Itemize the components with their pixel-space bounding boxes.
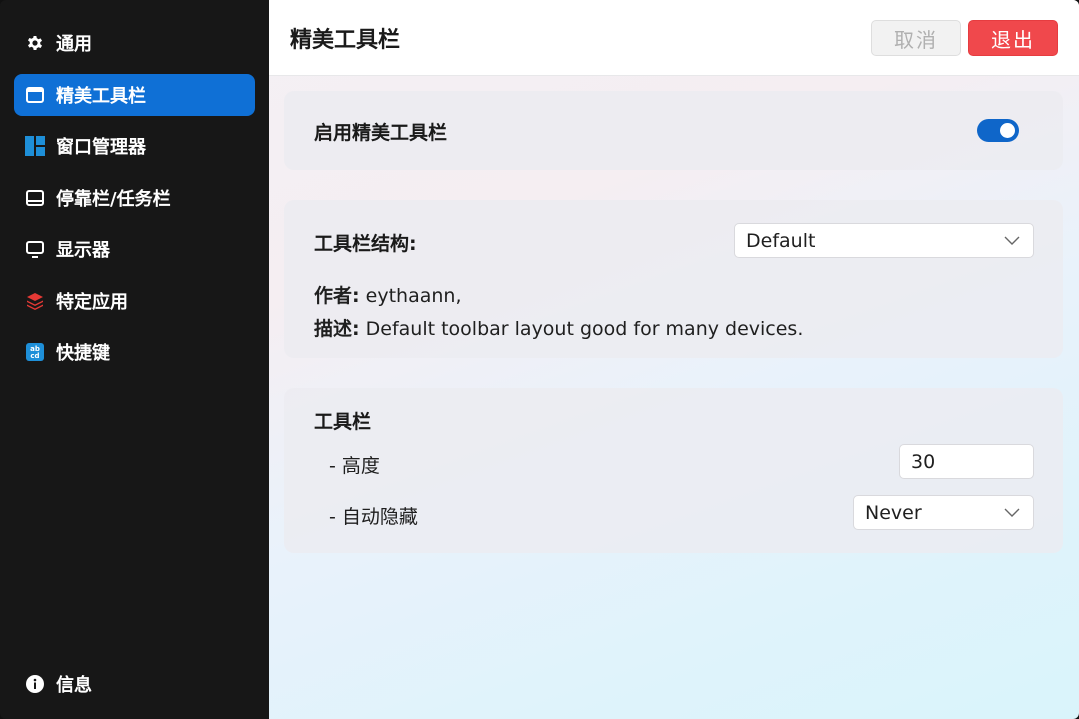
toolbar-section-title: 工具栏 xyxy=(314,411,372,433)
sidebar-item-general[interactable]: 通用 xyxy=(14,22,255,64)
page-title: 精美工具栏 xyxy=(290,27,401,53)
sidebar-item-label: 信息 xyxy=(56,675,92,696)
sidebar: 通用 精美工具栏 窗口管理器 停靠栏/任务栏 显示器 特定应用 ab cd 快捷… xyxy=(0,0,269,719)
height-label: - 高度 xyxy=(329,455,380,477)
sidebar-item-app-specific[interactable]: 特定应用 xyxy=(14,280,255,322)
author-line: 作者: eythaann, xyxy=(314,281,461,308)
monitor-icon xyxy=(24,238,46,260)
keyboard-abcd-icon: ab cd xyxy=(24,341,46,363)
svg-text:cd: cd xyxy=(30,352,39,360)
taskbar-icon xyxy=(24,187,46,209)
sidebar-item-window-manager[interactable]: 窗口管理器 xyxy=(14,125,255,167)
sidebar-item-monitors[interactable]: 显示器 xyxy=(14,228,255,270)
structure-label: 工具栏结构: xyxy=(314,233,417,255)
chevron-down-icon xyxy=(1004,236,1020,245)
structure-select-value: Default xyxy=(746,229,816,252)
sidebar-item-dock-taskbar[interactable]: 停靠栏/任务栏 xyxy=(14,177,255,219)
description-label: 描述: xyxy=(314,318,360,340)
sidebar-item-fancy-toolbar[interactable]: 精美工具栏 xyxy=(14,73,255,116)
toolbar-window-icon xyxy=(24,84,46,106)
gear-icon xyxy=(24,32,46,54)
sidebar-item-label: 通用 xyxy=(56,34,92,55)
toggle-knob xyxy=(1000,123,1015,138)
info-icon xyxy=(24,673,46,695)
structure-select[interactable]: Default xyxy=(734,223,1034,258)
settings-window: 通用 精美工具栏 窗口管理器 停靠栏/任务栏 显示器 特定应用 ab cd 快捷… xyxy=(0,0,1079,719)
tiles-icon xyxy=(24,135,46,157)
chevron-down-icon xyxy=(1004,508,1020,517)
sidebar-item-label: 显示器 xyxy=(56,240,110,261)
description-value: Default toolbar layout good for many dev… xyxy=(359,318,804,340)
sidebar-item-label: 窗口管理器 xyxy=(56,137,146,158)
layers-icon xyxy=(24,290,46,312)
height-input[interactable]: 30 xyxy=(899,444,1034,479)
structure-card: 工具栏结构: Default 作者: eythaann, 描述: Default… xyxy=(284,200,1063,358)
height-input-value: 30 xyxy=(911,450,936,473)
autohide-label: - 自动隐藏 xyxy=(329,506,418,528)
toolbar-card: 工具栏 - 高度 30 - 自动隐藏 Never xyxy=(284,388,1063,553)
sidebar-item-shortcuts[interactable]: ab cd 快捷键 xyxy=(14,331,255,373)
cancel-button[interactable]: 取消 xyxy=(871,20,961,56)
sidebar-item-label: 快捷键 xyxy=(56,343,110,364)
sidebar-item-label: 停靠栏/任务栏 xyxy=(56,188,171,210)
enable-label: 启用精美工具栏 xyxy=(314,122,448,144)
autohide-select-value: Never xyxy=(865,501,922,524)
description-line: 描述: Default toolbar layout good for many… xyxy=(314,314,803,341)
author-label: 作者: xyxy=(314,285,360,307)
author-value: eythaann, xyxy=(359,285,462,307)
exit-button[interactable]: 退出 xyxy=(968,20,1058,56)
enable-toggle[interactable] xyxy=(977,119,1019,142)
enable-card: 启用精美工具栏 xyxy=(284,91,1063,170)
autohide-select[interactable]: Never xyxy=(853,495,1034,530)
sidebar-item-info[interactable]: 信息 xyxy=(14,663,255,705)
main-panel: 精美工具栏 取消 退出 启用精美工具栏 工具栏结构: Default 作者: e… xyxy=(269,0,1079,719)
sidebar-item-label: 特定应用 xyxy=(56,291,128,313)
sidebar-item-label: 精美工具栏 xyxy=(56,85,146,107)
